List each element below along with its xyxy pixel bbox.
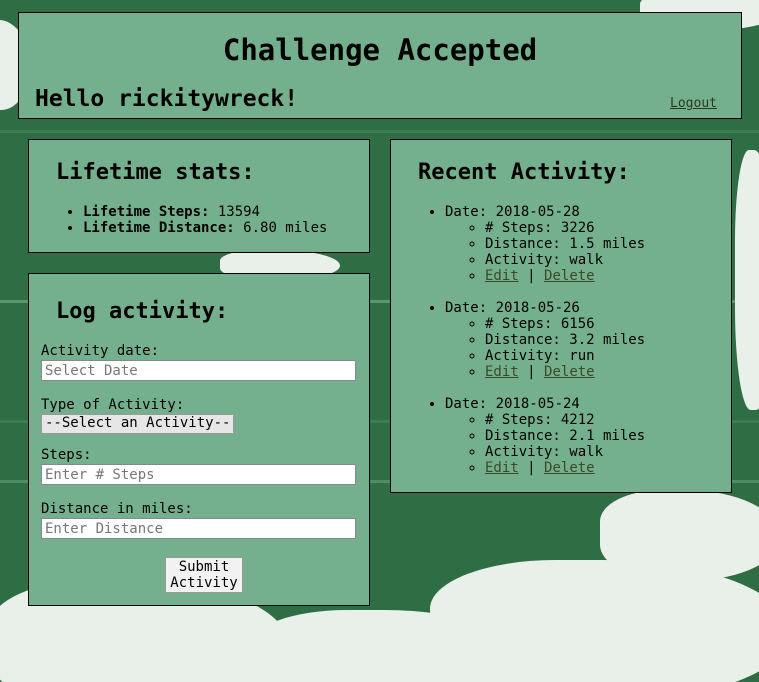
- submit-activity-button[interactable]: Submit Activity: [165, 557, 243, 593]
- delete-link[interactable]: Delete: [544, 460, 595, 476]
- log-activity-heading: Log activity:: [56, 299, 229, 324]
- distance-label: Distance in miles:: [41, 501, 193, 517]
- separator: |: [527, 364, 536, 380]
- edit-link[interactable]: Edit: [485, 364, 519, 380]
- activity-type: Activity: walk: [485, 252, 645, 268]
- activity-type-select[interactable]: --Select an Activity--: [41, 414, 235, 434]
- activity-type: Activity: walk: [485, 444, 645, 460]
- submit-label-line2: Activity: [170, 575, 238, 591]
- separator: |: [527, 460, 536, 476]
- app-title: Challenge Accepted: [222, 33, 538, 67]
- lifetime-distance-item: Lifetime Distance: 6.80 miles: [83, 220, 327, 236]
- lifetime-steps-label: Lifetime Steps:: [83, 204, 210, 220]
- activity-type-label: Type of Activity:: [41, 397, 185, 413]
- list-item: Date: 2018-05-28 # Steps: 3226 Distance:…: [445, 204, 645, 284]
- separator: |: [527, 268, 536, 284]
- header-panel: Challenge Accepted Hello rickitywreck! L…: [18, 12, 742, 119]
- recent-activity-heading: Recent Activity:: [418, 160, 630, 185]
- lifetime-stats-list: Lifetime Steps: 13594 Lifetime Distance:…: [83, 204, 327, 236]
- lifetime-steps-value: 13594: [217, 204, 261, 220]
- activity-distance: Distance: 3.2 miles: [485, 332, 645, 348]
- submit-label-line1: Submit: [178, 559, 230, 575]
- activity-steps: # Steps: 3226: [485, 220, 645, 236]
- recent-activity-panel: Recent Activity: Date: 2018-05-28 # Step…: [390, 139, 732, 493]
- activity-type: Activity: run: [485, 348, 645, 364]
- activity-date: Date: 2018-05-24: [445, 396, 580, 412]
- lifetime-steps-item: Lifetime Steps: 13594: [83, 204, 327, 220]
- activity-actions: Edit | Delete: [485, 460, 645, 476]
- activity-actions: Edit | Delete: [485, 268, 645, 284]
- greeting: Hello rickitywreck!: [35, 86, 299, 112]
- distance-field[interactable]: [41, 518, 356, 539]
- activity-date: Date: 2018-05-28: [445, 204, 580, 220]
- steps-label: Steps:: [41, 447, 92, 463]
- lifetime-distance-value: 6.80 miles: [243, 220, 328, 236]
- activity-distance: Distance: 2.1 miles: [485, 428, 645, 444]
- logout-link[interactable]: Logout: [670, 96, 717, 111]
- activity-date-field[interactable]: [41, 360, 356, 381]
- delete-link[interactable]: Delete: [544, 268, 595, 284]
- activity-steps: # Steps: 6156: [485, 316, 645, 332]
- edit-link[interactable]: Edit: [485, 268, 519, 284]
- recent-activity-list: Date: 2018-05-28 # Steps: 3226 Distance:…: [445, 204, 645, 492]
- lifetime-stats-heading: Lifetime stats:: [56, 160, 255, 185]
- delete-link[interactable]: Delete: [544, 364, 595, 380]
- edit-link[interactable]: Edit: [485, 460, 519, 476]
- lifetime-distance-label: Lifetime Distance:: [83, 220, 235, 236]
- activity-distance: Distance: 1.5 miles: [485, 236, 645, 252]
- list-item: Date: 2018-05-26 # Steps: 6156 Distance:…: [445, 300, 645, 380]
- log-activity-panel: Log activity: Activity date: Type of Act…: [28, 273, 370, 606]
- activity-actions: Edit | Delete: [485, 364, 645, 380]
- activity-steps: # Steps: 4212: [485, 412, 645, 428]
- steps-field[interactable]: [41, 464, 356, 485]
- list-item: Date: 2018-05-24 # Steps: 4212 Distance:…: [445, 396, 645, 476]
- lifetime-stats-panel: Lifetime stats: Lifetime Steps: 13594 Li…: [28, 139, 370, 253]
- activity-date-label: Activity date:: [41, 343, 160, 359]
- activity-date: Date: 2018-05-26: [445, 300, 580, 316]
